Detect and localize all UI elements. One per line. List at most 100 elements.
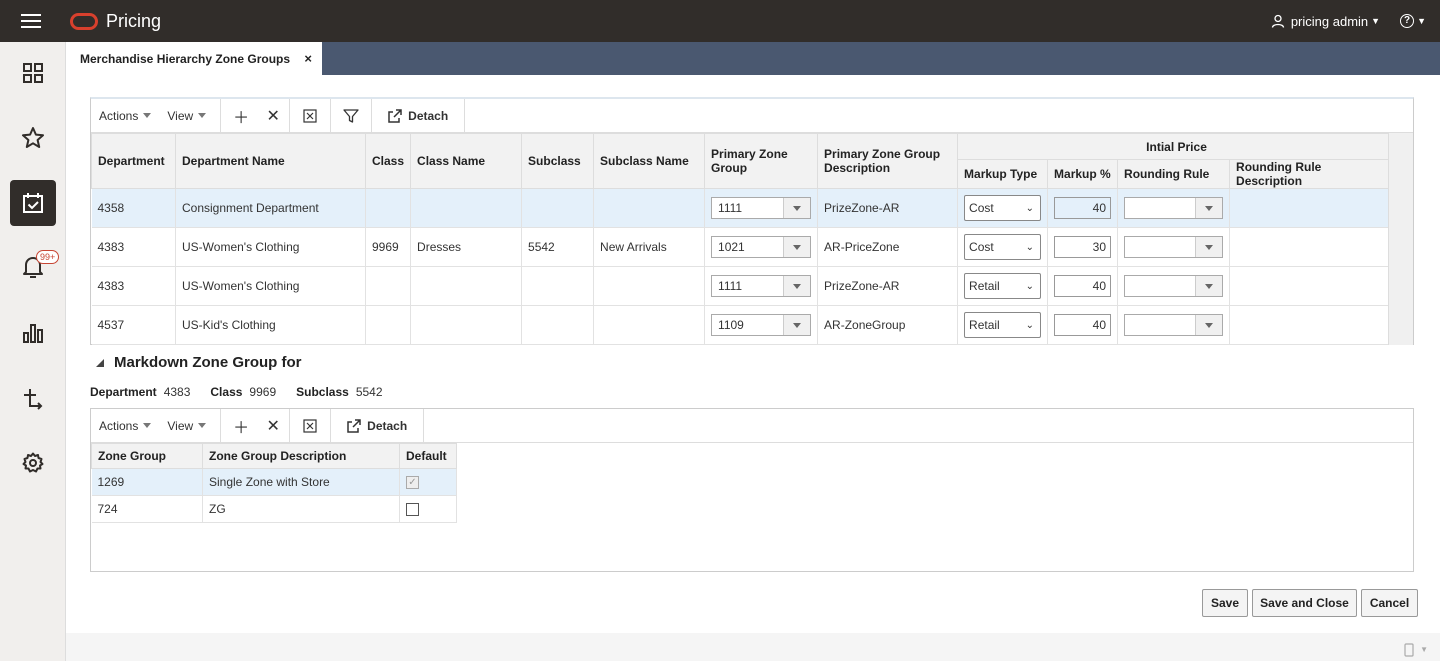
table-row[interactable]: 1269 Single Zone with Store ✓ [91,468,457,496]
delete-icon[interactable]: ✕ [257,99,289,133]
col-subclass-name[interactable]: Subclass Name [593,133,706,189]
actions-menu[interactable]: Actions [91,99,159,133]
add-icon[interactable]: ＋ [225,99,257,133]
cell-subclass-name [593,305,706,345]
delete-icon[interactable]: ✕ [257,409,289,443]
view-menu[interactable]: View [159,409,220,443]
footer-bar: ▼ [66,633,1440,661]
nav-tasks[interactable] [10,180,56,226]
cell-class-name [410,188,523,228]
add-icon[interactable]: ＋ [225,409,257,443]
detach-label: Detach [367,418,408,433]
col-department[interactable]: Department [91,133,176,189]
default-checkbox[interactable] [406,503,419,517]
nav-favorites[interactable] [10,115,56,161]
col-rounding-rule[interactable]: Rounding Rule [1117,159,1231,189]
col-zone-group-desc[interactable]: Zone Group Description [202,443,400,469]
col-primary-zone-group[interactable]: Primary Zone Group [704,133,819,189]
markup-pct-input[interactable]: 40 [1054,197,1112,219]
markup-pct-input[interactable]: 40 [1054,314,1112,336]
markup-type-value: Cost [969,201,994,215]
col-class-name[interactable]: Class Name [410,133,523,189]
cell-rounding-rule [1117,227,1231,267]
department-value: 4383 [163,385,191,399]
dropdown-arrow-icon[interactable] [783,198,811,218]
table-row[interactable]: 4383 US-Women's Clothing 9969 Dresses 5542 Ne… [91,227,1397,267]
nav-reports[interactable] [10,310,56,356]
markdown-section-header[interactable]: Markdown Zone Group for [96,354,302,371]
rounding-rule-combobox[interactable] [1124,197,1224,219]
table-row[interactable]: 4358 Consignment Department 1111 PrizeZone-… [91,188,1397,228]
col-primary-zone-group-desc[interactable]: Primary Zone Group Description [817,133,959,189]
user-menu[interactable]: pricing admin ▼ [1271,14,1380,29]
export-excel-icon[interactable] [290,409,330,443]
rounding-rule-combobox[interactable] [1124,236,1224,258]
markup-type-select[interactable]: Cost ⌄ [964,234,1042,260]
nav-dashboard[interactable] [10,50,56,96]
cancel-button[interactable]: Cancel [1361,589,1418,617]
scrollbar[interactable] [1388,133,1413,345]
detach-button[interactable]: Detach [331,409,423,443]
col-class[interactable]: Class [364,133,412,189]
markup-type-select[interactable]: Retail ⌄ [964,273,1042,299]
chevron-down-icon: ▼ [1417,16,1426,26]
menu-icon[interactable] [0,0,62,42]
device-icon [1404,643,1414,657]
dropdown-arrow-icon[interactable] [783,237,811,257]
dropdown-arrow-icon[interactable] [1195,198,1223,218]
dropdown-arrow-icon[interactable] [1195,315,1223,335]
cell-markup-type: Cost ⌄ [957,227,1049,267]
zone-group-combobox[interactable]: 1111 [711,197,812,219]
rounding-rule-combobox[interactable] [1124,275,1224,297]
markup-type-select[interactable]: Retail ⌄ [964,312,1042,338]
col-department-name[interactable]: Department Name [175,133,366,189]
export-excel-icon[interactable] [290,99,330,133]
filter-icon[interactable] [331,99,371,133]
help-menu[interactable]: ? ▼ [1386,14,1426,28]
nav-notifications[interactable]: 99+ [10,244,60,290]
cell-department-name: US-Women's Clothing [175,227,366,267]
table-row[interactable]: 724 ZG [91,495,457,523]
zone-group-combobox[interactable]: 1109 [711,314,812,336]
chevron-down-icon[interactable]: ▼ [1420,645,1428,654]
zone-group-combobox[interactable]: 1021 [711,236,812,258]
cell-subclass [521,305,595,345]
actions-label: Actions [99,108,139,123]
nav-new-task[interactable] [10,375,56,421]
table-row[interactable]: 4537 US-Kid's Clothing 1109 AR-ZoneGroup Ret… [91,305,1397,345]
disclosure-triangle-icon[interactable] [96,358,104,367]
markup-pct-input[interactable]: 40 [1054,275,1112,297]
cell-class-name [410,305,523,345]
default-checkbox[interactable]: ✓ [406,476,419,490]
col-zone-group[interactable]: Zone Group [91,443,203,469]
cell-class [365,188,412,228]
rounding-rule-combobox[interactable] [1124,314,1224,336]
save-button[interactable]: Save [1202,589,1248,617]
close-icon[interactable]: × [304,51,312,66]
chevron-down-icon [143,113,152,118]
cell-department: 4383 [91,227,176,267]
col-subclass[interactable]: Subclass [521,133,595,189]
dropdown-arrow-icon[interactable] [1195,276,1223,296]
cell-zone-group: 1111 [704,188,819,228]
col-markup-type[interactable]: Markup Type [957,159,1049,189]
col-markup-pct[interactable]: Markup % [1047,159,1119,189]
tab-label: Merchandise Hierarchy Zone Groups [80,51,291,66]
detach-button[interactable]: Detach [372,99,464,133]
col-default[interactable]: Default [399,443,457,469]
markup-pct-input[interactable]: 30 [1054,236,1112,258]
tab-merchandise-hierarchy-zone-groups[interactable]: Merchandise Hierarchy Zone Groups × [66,42,322,75]
col-rounding-rule-desc[interactable]: Rounding Rule Description [1229,159,1397,189]
table-row[interactable]: 4383 US-Women's Clothing 1111 PrizeZone-AR R… [91,266,1397,306]
dropdown-arrow-icon[interactable] [783,315,811,335]
markup-type-select[interactable]: Cost ⌄ [964,195,1042,221]
actions-menu[interactable]: Actions [91,409,159,443]
dropdown-arrow-icon[interactable] [1195,237,1223,257]
zone-group-combobox[interactable]: 1111 [711,275,812,297]
dropdown-arrow-icon[interactable] [783,276,811,296]
save-and-close-button[interactable]: Save and Close [1252,589,1357,617]
view-menu[interactable]: View [159,99,220,133]
nav-settings[interactable] [10,440,56,486]
cell-rounding-desc [1229,227,1397,267]
oracle-logo [70,12,98,30]
